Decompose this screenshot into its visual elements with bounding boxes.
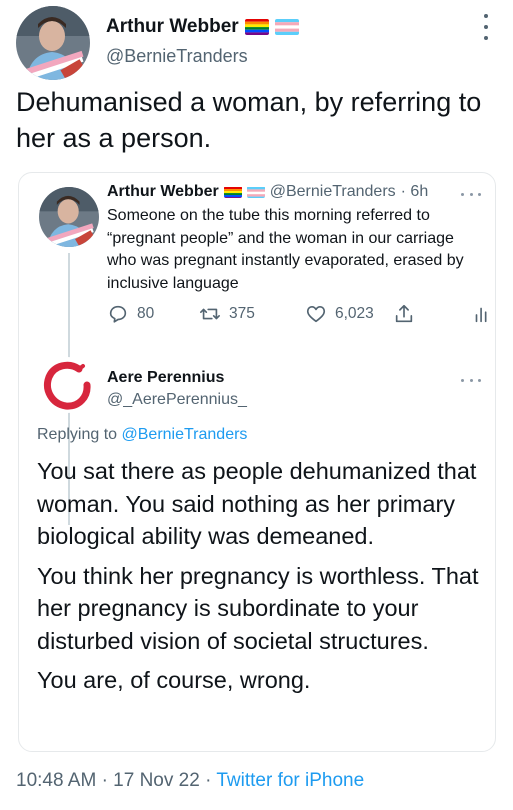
reply-text: You sat there as people dehumanized that… [37,455,497,704]
tweet-meta: 10:48 AM · 17 Nov 22 · Twitter for iPhon… [16,770,364,792]
retweet-action[interactable]: 375 [199,303,255,325]
meta-separator: · [101,770,108,791]
reply-paragraph: You are, of course, wrong. [37,667,311,693]
rainbow-flag-icon [223,186,242,198]
trans-flag-icon [246,186,265,198]
reply-author-handle[interactable]: @_AerePerennius_ [107,391,247,409]
like-count: 6,023 [335,305,374,322]
quote-card[interactable]: Arthur Webber @BernieTranders · 6h Someo… [18,172,496,752]
trans-flag-icon [274,19,299,35]
tweet-text: Dehumanised a woman, by referring to her… [16,87,482,153]
tweet-actions: 80 375 6,023 [107,303,487,327]
heart-icon [306,306,326,323]
author-name-row[interactable]: Arthur Webber [106,16,299,38]
reply-paragraph: You think her pregnancy is worthless. Th… [37,562,479,654]
quoted-tweet-text: Someone on the tube this morning referre… [107,207,464,292]
reply-action[interactable]: 80 [107,303,154,325]
quoted-tweet-header[interactable]: Arthur Webber @BernieTranders · 6h [107,183,428,201]
quoted-tweet-time[interactable]: · 6h [401,183,429,201]
reply-author-avatar[interactable] [39,357,95,413]
analytics-icon [475,307,487,323]
reply-paragraph: You sat there as people dehumanized that… [37,458,477,549]
analytics-action[interactable] [471,303,493,325]
more-options-icon[interactable] [478,14,494,40]
share-action[interactable] [393,303,415,325]
replying-to-label: Replying to [37,426,118,443]
author-handle[interactable]: @BernieTranders [106,46,248,67]
replying-to: Replying to @BernieTranders [37,426,247,444]
retweet-count: 375 [229,305,255,322]
tweet-time[interactable]: 10:48 AM [16,770,96,791]
author-name[interactable]: Arthur Webber [106,16,239,38]
reply-count: 80 [137,305,155,322]
reply-author-name[interactable]: Aere Perennius [107,369,224,387]
quoted-author-name[interactable]: Arthur Webber [107,183,219,201]
retweet-icon [200,308,220,320]
quoted-author-handle[interactable]: @BernieTranders [270,183,396,201]
author-avatar[interactable] [16,6,90,80]
tweet-date[interactable]: 17 Nov 22 [113,770,200,791]
more-options-icon[interactable] [461,191,481,197]
more-options-icon[interactable] [461,377,481,383]
meta-separator: · [205,770,212,791]
tweet-source[interactable]: Twitter for iPhone [216,770,364,791]
quoted-author-avatar[interactable] [39,187,99,247]
share-icon [395,304,413,323]
replying-to-link[interactable]: @BernieTranders [122,426,248,443]
reply-icon [109,305,127,323]
like-action[interactable]: 6,023 [305,303,374,325]
rainbow-flag-icon [244,19,269,35]
